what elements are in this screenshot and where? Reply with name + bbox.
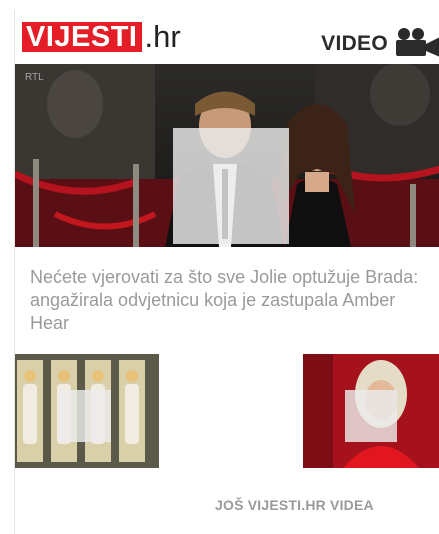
hero-video[interactable]: RTL [15, 64, 439, 247]
hero-watermark: RTL [25, 72, 44, 83]
logo-brand: VIJESTI [22, 22, 142, 52]
thumb-red-carpet-video[interactable] [303, 354, 439, 468]
video-widget: VIJESTI .hr VIDEO RTL Nećete vjerovati z… [14, 10, 439, 534]
hero-play-placeholder[interactable] [173, 128, 289, 244]
thumb-fashion-video[interactable] [15, 354, 159, 468]
video-camera-icon [396, 28, 439, 57]
widget-header: VIJESTI .hr VIDEO [15, 10, 439, 62]
thumb-red-carpet-play-placeholder[interactable] [345, 390, 397, 442]
hero-caption[interactable]: Nećete vjerovati za što sve Jolie optužu… [30, 266, 430, 335]
thumb-fashion-play-placeholder[interactable] [59, 390, 111, 442]
vijesti-logo[interactable]: VIJESTI .hr [22, 19, 181, 54]
logo-tld: .hr [144, 19, 181, 54]
video-label: VIDEO [321, 32, 388, 55]
more-videos-link[interactable]: JOŠ VIJESTI.HR VIDEA [215, 497, 374, 513]
